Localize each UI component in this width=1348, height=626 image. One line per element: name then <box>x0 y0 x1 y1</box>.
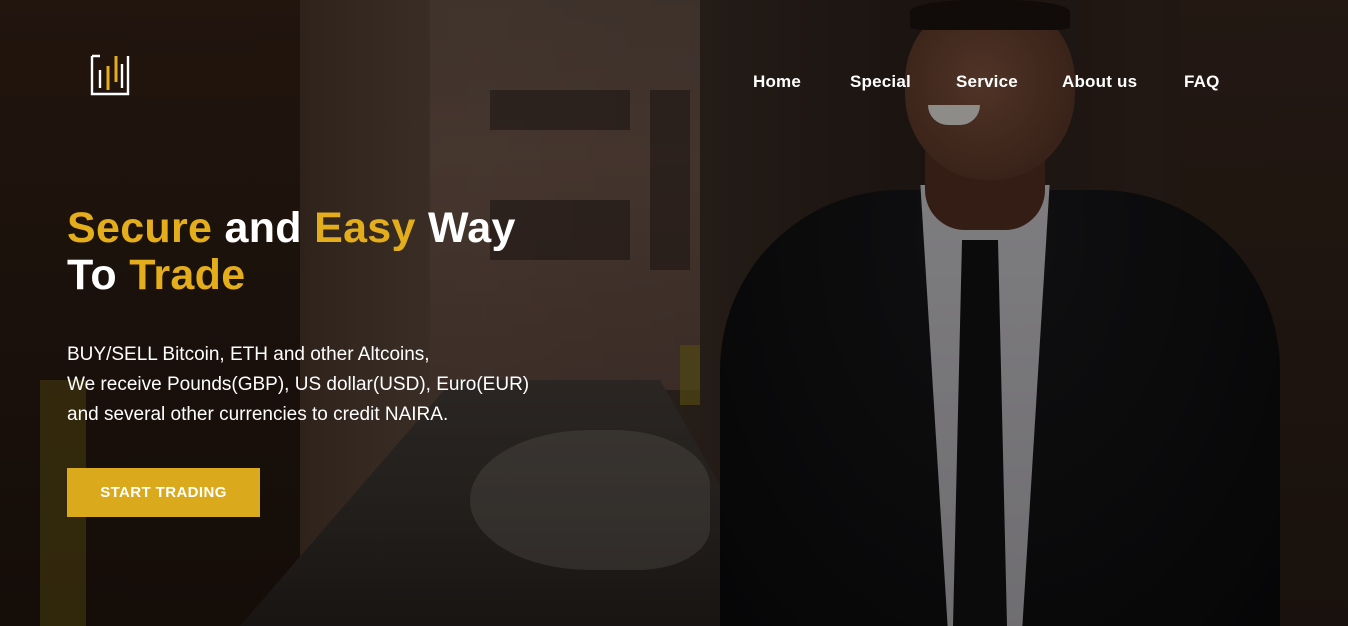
nav-home[interactable]: Home <box>753 72 801 92</box>
hero-dark-overlay <box>0 0 1348 626</box>
headline-word-secure: Secure <box>67 204 213 252</box>
candlestick-chart-logo-icon <box>90 54 130 96</box>
hero-section <box>0 0 1348 626</box>
headline-word-way: Way <box>427 204 516 252</box>
hero-headline: Secure and Easy Way To Trade <box>67 205 516 299</box>
nav-special[interactable]: Special <box>850 72 911 92</box>
headline-word-trade: Trade <box>129 251 246 299</box>
headline-word-to: To <box>67 251 117 299</box>
hero-description-line: BUY/SELL Bitcoin, ETH and other Altcoins… <box>67 344 430 365</box>
hero-description-line: and several other currencies to credit N… <box>67 404 449 425</box>
nav-faq[interactable]: FAQ <box>1184 72 1220 92</box>
brand-logo[interactable] <box>88 52 134 98</box>
hero-description: BUY/SELL Bitcoin, ETH and other Altcoins… <box>67 340 627 430</box>
nav-service[interactable]: Service <box>956 72 1018 92</box>
hero-description-line: We receive Pounds(GBP), US dollar(USD), … <box>67 374 530 395</box>
start-trading-button[interactable]: START TRADING <box>67 468 260 517</box>
headline-word-easy: Easy <box>314 204 416 252</box>
nav-about-us[interactable]: About us <box>1062 72 1137 92</box>
headline-word-and: and <box>224 204 302 252</box>
